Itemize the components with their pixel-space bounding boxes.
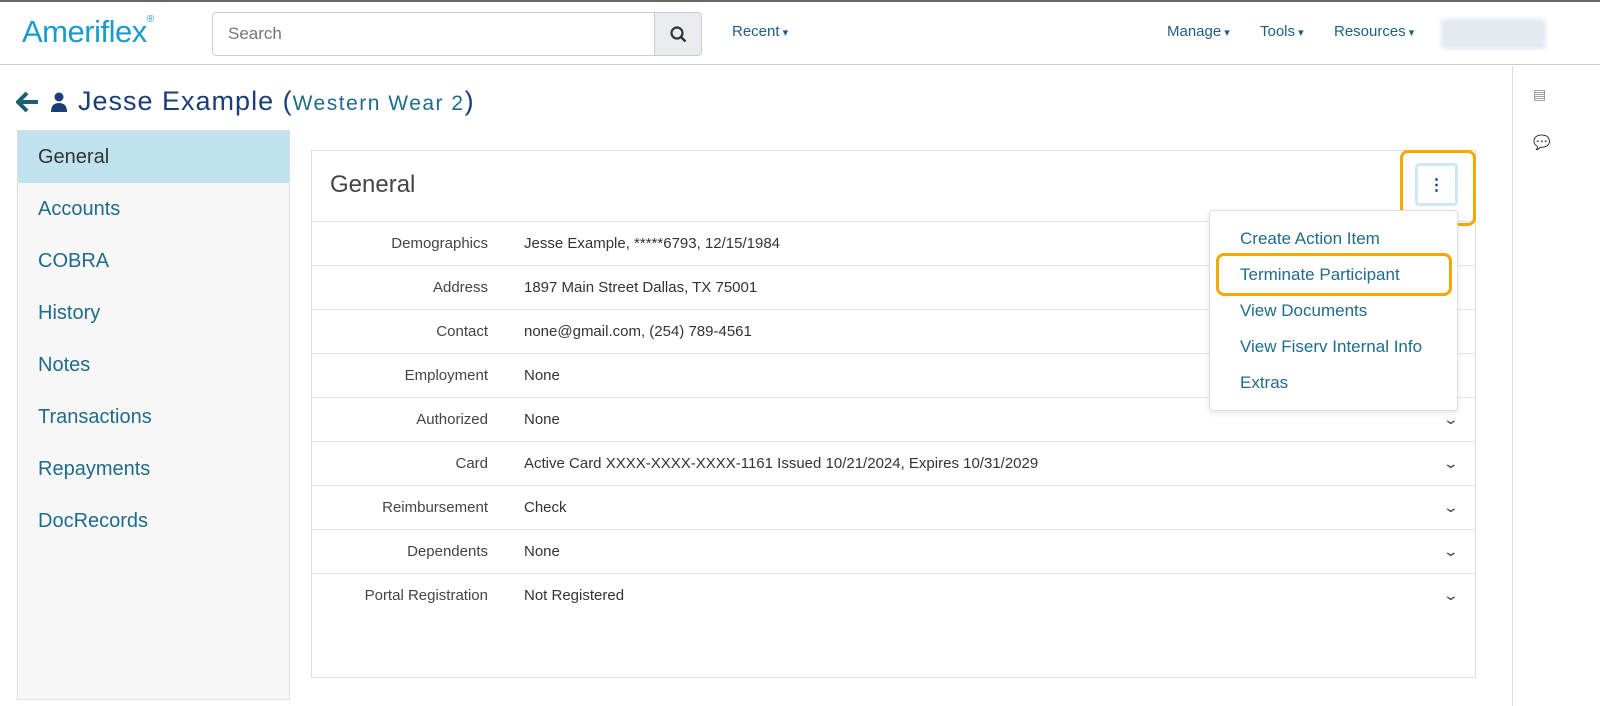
paren-close: ) (464, 86, 475, 116)
row-value: Check (524, 499, 567, 516)
nav-tools[interactable]: Tools (1260, 23, 1304, 40)
menu-item-view-fiserv-internal-info[interactable]: View Fiserv Internal Info (1210, 332, 1457, 368)
right-toolbar: ▤ 💬 (1512, 66, 1600, 706)
info-row[interactable]: Reimbursement Check ⌄ (312, 485, 1475, 529)
user-icon (51, 92, 67, 112)
actions-dropdown: Create Action Item Terminate Participant… (1209, 210, 1458, 411)
sidebar-item-history[interactable]: History (18, 287, 289, 339)
ameriflex-logo[interactable]: Ameriflex® (22, 14, 154, 50)
row-label: Demographics (391, 235, 488, 252)
back-arrow-icon[interactable] (16, 91, 40, 113)
chevron-down-icon[interactable]: ⌄ (1443, 411, 1459, 428)
info-row[interactable]: Dependents None ⌄ (312, 529, 1475, 573)
info-row[interactable]: Portal Registration Not Registered ⌄ (312, 573, 1475, 617)
nav-recent[interactable]: Recent (732, 23, 788, 40)
chevron-down-icon[interactable]: ⌄ (1443, 455, 1459, 472)
row-label: Portal Registration (364, 587, 488, 604)
chevron-down-icon[interactable]: ⌄ (1443, 543, 1459, 560)
menu-item-view-documents[interactable]: View Documents (1210, 296, 1457, 332)
user-menu[interactable] (1441, 19, 1546, 49)
highlight-terminate (1216, 253, 1452, 296)
logo-text: Ameriflex (22, 14, 147, 49)
chevron-down-icon[interactable]: ⌄ (1443, 499, 1459, 516)
sidebar-item-cobra[interactable]: COBRA (18, 235, 289, 287)
row-label: Dependents (407, 543, 488, 560)
row-value: Jesse Example, *****6793, 12/15/1984 (524, 235, 781, 252)
row-value: None (524, 543, 560, 560)
row-label: Contact (436, 323, 488, 340)
sidebar-item-transactions[interactable]: Transactions (18, 391, 289, 443)
chevron-down-icon[interactable]: ⌄ (1443, 587, 1459, 604)
row-value: Active Card XXXX-XXXX-XXXX-1161 Issued 1… (524, 455, 1039, 472)
logo-mark: ® (146, 14, 154, 25)
paren-open: ( (282, 86, 293, 116)
panel-icon[interactable]: ▤ (1533, 86, 1546, 103)
row-value: Not Registered (524, 587, 625, 604)
chat-icon[interactable]: 💬 (1533, 134, 1550, 151)
sidebar-item-accounts[interactable]: Accounts (18, 183, 289, 235)
card-title: General (330, 171, 416, 198)
menu-item-extras[interactable]: Extras (1210, 368, 1457, 404)
side-nav: General Accounts COBRA History Notes Tra… (17, 130, 290, 700)
top-navbar: Ameriflex® Recent Manage Tools Resources (0, 2, 1600, 65)
row-label: Card (455, 455, 488, 472)
search-bar (212, 12, 702, 56)
row-value: none@gmail.com, (254) 789-4561 (524, 323, 752, 340)
search-input[interactable] (213, 13, 654, 55)
sidebar-item-notes[interactable]: Notes (18, 339, 289, 391)
page-title: Jesse Example (Western Wear 2) (16, 86, 475, 117)
row-value: None (524, 367, 560, 384)
nav-manage[interactable]: Manage (1167, 23, 1230, 40)
sidebar-item-repayments[interactable]: Repayments (18, 443, 289, 495)
sidebar-item-docrecords[interactable]: DocRecords (18, 495, 289, 547)
employer-name[interactable]: Western Wear 2 (293, 92, 465, 115)
search-button[interactable] (654, 13, 701, 55)
row-label: Authorized (416, 411, 488, 428)
row-label: Employment (404, 367, 488, 384)
sidebar-item-general[interactable]: General (18, 131, 289, 183)
row-label: Reimbursement (382, 499, 488, 516)
participant-name: Jesse Example (78, 86, 275, 116)
row-label: Address (432, 279, 488, 296)
row-value: None (524, 411, 560, 428)
info-row[interactable]: Card Active Card XXXX-XXXX-XXXX-1161 Issu… (312, 441, 1475, 485)
search-icon (669, 25, 686, 42)
row-value: 1897 Main Street Dallas, TX 75001 (524, 279, 758, 296)
nav-resources[interactable]: Resources (1334, 23, 1414, 40)
